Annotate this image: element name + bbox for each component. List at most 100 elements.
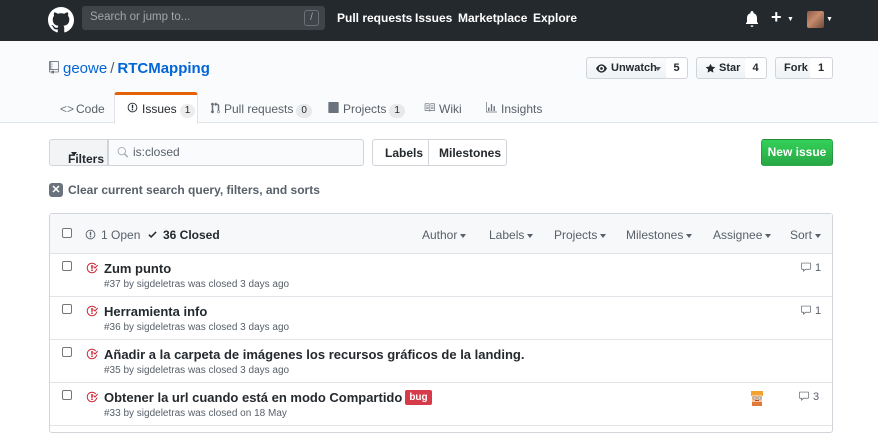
tab-issues-label: Issues 1 bbox=[142, 102, 196, 118]
milestones-link[interactable]: Milestones bbox=[439, 146, 501, 160]
caret-icon bbox=[686, 233, 693, 238]
sort-filter-label: Sort bbox=[790, 228, 813, 242]
filters-caret-icon bbox=[71, 152, 77, 156]
graph-icon bbox=[486, 102, 497, 113]
issue-comment-count: 1 bbox=[815, 305, 822, 317]
comment-icon bbox=[801, 305, 811, 315]
tab-projects-text: Projects bbox=[343, 102, 387, 116]
clear-filters-icon[interactable]: ✕ bbox=[49, 183, 63, 197]
open-issues-link[interactable]: 1 Open bbox=[101, 228, 140, 242]
issue-meta: #37 by sigdeletras was closed 3 days ago bbox=[104, 279, 290, 290]
tab-pull-requests-text: Pull requests bbox=[224, 102, 294, 116]
create-new-icon[interactable]: + bbox=[771, 8, 782, 26]
user-menu-caret-icon: ▼ bbox=[826, 16, 833, 23]
issue-checkbox[interactable] bbox=[62, 347, 72, 357]
tab-pull-requests[interactable]: Pull requests 0 bbox=[209, 92, 314, 124]
search-icon bbox=[117, 147, 128, 158]
fork-button[interactable]: Fork bbox=[775, 57, 811, 79]
issue-comments-link[interactable]: 3 bbox=[798, 391, 819, 403]
user-avatar[interactable] bbox=[807, 11, 824, 28]
git-pull-request-icon bbox=[211, 102, 220, 114]
nav-pull-requests[interactable]: Pull requests bbox=[337, 11, 412, 25]
assignee-avatar[interactable] bbox=[748, 389, 766, 407]
author-filter[interactable]: Author bbox=[422, 228, 467, 242]
caret-icon bbox=[815, 233, 822, 238]
issue-comments-link[interactable]: 1 bbox=[800, 305, 821, 317]
labels-filter[interactable]: Labels bbox=[489, 228, 534, 242]
select-all-checkbox[interactable] bbox=[62, 228, 72, 238]
caret-icon bbox=[765, 233, 772, 238]
clear-filters-link[interactable]: Clear current search query, filters, and… bbox=[68, 183, 320, 197]
star-button[interactable]: Star bbox=[696, 57, 746, 79]
author-filter-label: Author bbox=[422, 228, 458, 242]
tab-issues-counter: 1 bbox=[179, 104, 196, 118]
closed-issues-link[interactable]: 36 Closed bbox=[163, 228, 220, 242]
issue-meta: #33 by sigdeletras was closed on 18 May bbox=[104, 408, 287, 419]
nav-explore[interactable]: Explore bbox=[533, 11, 577, 25]
repo-header: geowe / RTCMapping Unwatch 5 Star 4 Fork 1… bbox=[0, 41, 878, 124]
sort-filter[interactable]: Sort bbox=[790, 228, 822, 242]
repo-separator: / bbox=[110, 60, 115, 77]
tab-issues[interactable]: Issues 1 bbox=[114, 92, 198, 124]
issue-comments-link[interactable]: 1 bbox=[800, 262, 821, 274]
new-issue-button[interactable]: New issue bbox=[761, 139, 833, 166]
labels-link[interactable]: Labels bbox=[385, 146, 423, 160]
issues-search-field[interactable] bbox=[108, 139, 364, 166]
comment-icon bbox=[799, 391, 809, 401]
assignee-filter[interactable]: Assignee bbox=[713, 228, 772, 242]
issue-meta: #35 by sigdeletras was closed 3 days ago bbox=[104, 365, 290, 376]
issue-row[interactable]: Añadir a la carpeta de imágenes los recu… bbox=[50, 340, 832, 383]
issue-checkbox[interactable] bbox=[62, 261, 72, 271]
bug-label[interactable]: bug bbox=[405, 390, 432, 405]
eye-icon bbox=[596, 64, 607, 73]
watch-count[interactable]: 5 bbox=[666, 57, 688, 79]
nav-marketplace[interactable]: Marketplace bbox=[458, 11, 527, 25]
tab-code-label: Code bbox=[76, 102, 105, 116]
issue-comment-count: 1 bbox=[815, 262, 822, 274]
fork-label: Fork bbox=[784, 62, 808, 74]
tab-projects-counter: 1 bbox=[389, 104, 405, 118]
milestones-filter[interactable]: Milestones bbox=[626, 228, 693, 242]
star-label: Star bbox=[719, 62, 741, 74]
caret-icon bbox=[600, 233, 607, 238]
comment-icon bbox=[801, 262, 811, 272]
issue-title-text[interactable]: Obtener la url cuando está en modo Compa… bbox=[104, 390, 402, 405]
star-icon bbox=[705, 63, 716, 73]
tab-projects[interactable]: Projects 1 bbox=[328, 92, 408, 124]
repo-owner-link[interactable]: geowe bbox=[63, 60, 107, 77]
tab-projects-label: Projects 1 bbox=[343, 102, 405, 118]
github-logo-icon[interactable] bbox=[48, 7, 74, 33]
unwatch-button[interactable]: Unwatch bbox=[586, 57, 667, 79]
issue-title-link: Obtener la url cuando está en modo Compa… bbox=[104, 390, 432, 405]
issue-row[interactable]: Zum punto #37 by sigdeletras was closed … bbox=[50, 254, 832, 297]
repo-name-link[interactable]: RTCMapping bbox=[117, 60, 209, 77]
projects-filter[interactable]: Projects bbox=[554, 228, 607, 242]
fork-count[interactable]: 1 bbox=[810, 57, 833, 79]
filters-dropdown-button[interactable]: Filters bbox=[49, 139, 108, 166]
code-icon: <> bbox=[60, 102, 75, 116]
star-count[interactable]: 4 bbox=[745, 57, 767, 79]
repo-title: geowe / RTCMapping bbox=[63, 60, 210, 77]
tab-insights[interactable]: Insights bbox=[486, 92, 551, 124]
labels-filter-label: Labels bbox=[489, 228, 525, 242]
global-search-input[interactable]: Search or jump to... / bbox=[82, 6, 325, 30]
issues-search-input[interactable] bbox=[133, 145, 353, 159]
nav-issues[interactable]: Issues bbox=[415, 11, 452, 25]
tab-insights-label: Insights bbox=[501, 102, 543, 116]
projects-filter-label: Projects bbox=[554, 228, 598, 242]
issue-row[interactable]: Herramienta info #36 by sigdeletras was … bbox=[50, 297, 832, 340]
issue-title-link[interactable]: Añadir a la carpeta de imágenes los recu… bbox=[104, 347, 524, 362]
issue-title-link[interactable]: Herramienta info bbox=[104, 304, 207, 319]
issue-title-link[interactable]: Zum punto bbox=[104, 261, 171, 276]
tab-code[interactable]: <> Code bbox=[49, 92, 113, 124]
create-caret-icon: ▼ bbox=[787, 16, 794, 23]
tab-issues-text: Issues bbox=[142, 102, 177, 116]
issues-list: 1 Open 36 Closed Author Labels Projects … bbox=[49, 213, 833, 433]
issue-checkbox[interactable] bbox=[62, 304, 72, 314]
issue-row[interactable]: Obtener la url cuando está en modo Compa… bbox=[50, 383, 832, 426]
bell-icon[interactable] bbox=[745, 11, 759, 27]
issue-closed-icon bbox=[86, 305, 98, 317]
issue-meta: #36 by sigdeletras was closed 3 days ago bbox=[104, 322, 290, 333]
issue-checkbox[interactable] bbox=[62, 390, 72, 400]
tab-wiki[interactable]: Wiki bbox=[424, 92, 474, 124]
